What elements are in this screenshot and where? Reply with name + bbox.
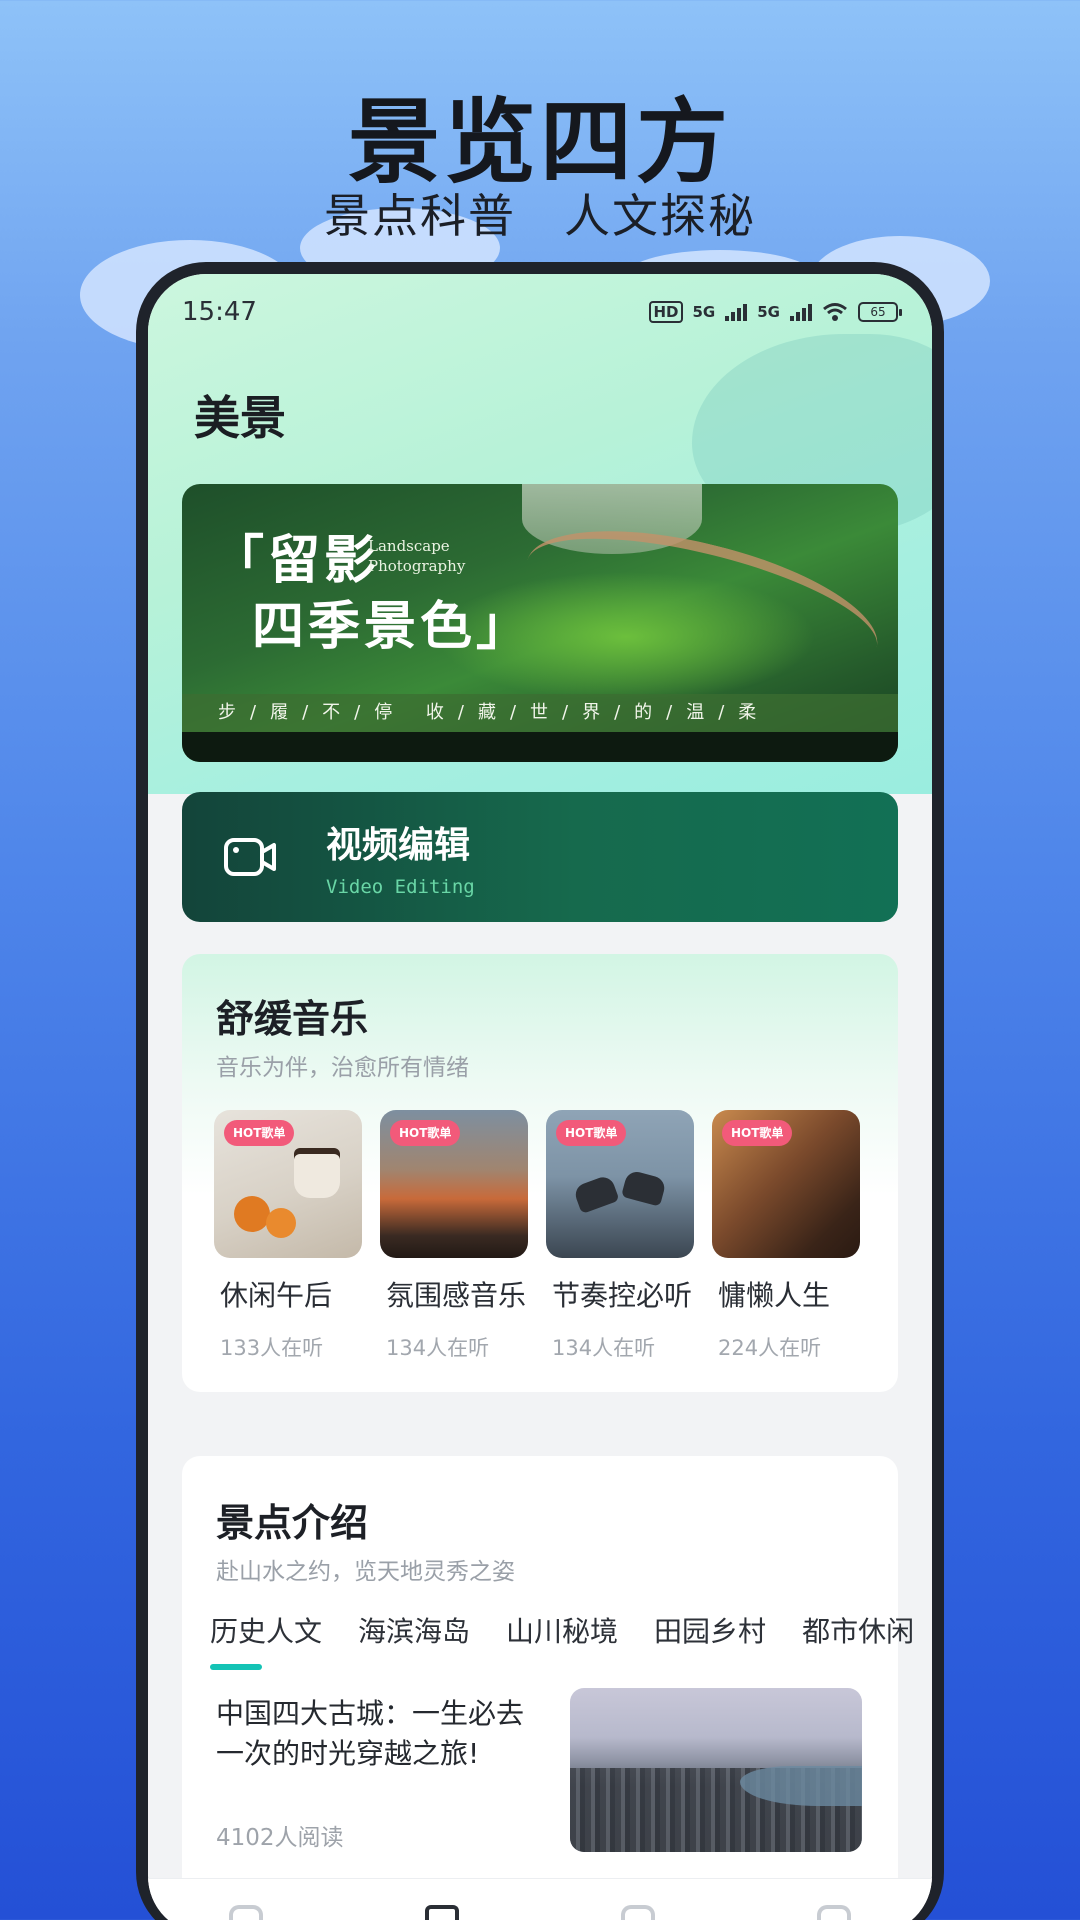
banner-title-line1: 「留影 <box>212 531 381 591</box>
playlist-listeners: 133人在听 <box>220 1336 324 1360</box>
music-section-title: 舒缓音乐 <box>216 997 369 1041</box>
playlist-card[interactable]: HOT歌单 节奏控必听 134人在听 <box>546 1110 694 1362</box>
orange-shape <box>234 1196 270 1232</box>
network-label: 5G <box>757 303 780 321</box>
video-editing-card[interactable]: 视频编辑 Video Editing <box>182 792 898 922</box>
status-bar: 15:47 HD 5G 5G 65 <box>148 292 932 332</box>
spots-section: 景点介绍 赴山水之约，览天地灵秀之姿 历史人文 海滨海岛 山川秘境 田园乡村 都… <box>182 1456 914 1920</box>
video-card-title: 视频编辑 <box>326 825 471 866</box>
banner-english-caption: Landscape Photography <box>368 537 466 575</box>
article-read-count: 4102人阅读 <box>216 1825 344 1851</box>
status-icons: HD 5G 5G 65 <box>649 301 902 323</box>
home-tab-icon[interactable] <box>229 1905 263 1920</box>
profile-tab-icon[interactable] <box>817 1905 851 1920</box>
playlist-cover: HOT歌单 <box>214 1110 362 1258</box>
spots-section-title: 景点介绍 <box>216 1501 369 1545</box>
tab-mountains[interactable]: 山川秘境 <box>506 1610 618 1650</box>
spots-section-subtitle: 赴山水之约，览天地灵秀之姿 <box>216 1559 515 1585</box>
tab-history-culture[interactable]: 历史人文 <box>210 1610 322 1670</box>
phone-frame: 15:47 HD 5G 5G 65 美景 「留影 Landscape Photo… <box>136 262 944 1920</box>
playlist-cover: HOT歌单 <box>712 1110 860 1258</box>
playlist-name: 节奏控必听 <box>552 1279 693 1312</box>
playlist-name: 休闲午后 <box>220 1279 333 1312</box>
playlist-name: 慵懒人生 <box>718 1279 831 1312</box>
landscape-banner[interactable]: 「留影 Landscape Photography 四季景色」 步/履/不/停 … <box>182 484 898 762</box>
battery-icon: 65 <box>858 302 902 322</box>
playlist-listeners: 134人在听 <box>386 1336 490 1360</box>
playlist-cover: HOT歌单 <box>380 1110 528 1258</box>
banner-title-line2: 四季景色」 <box>252 597 533 657</box>
playlist-card[interactable]: HOT歌单 氛围感音乐 134人在听 <box>380 1110 528 1362</box>
sneaker-shape <box>572 1174 620 1214</box>
video-camera-icon <box>224 838 276 876</box>
favorites-tab-icon[interactable] <box>621 1905 655 1920</box>
signal-icon <box>725 303 748 321</box>
playlist-cover: HOT歌单 <box>546 1110 694 1258</box>
video-card-text: 视频编辑 Video Editing <box>326 816 475 898</box>
page-title: 美景 <box>194 391 286 445</box>
playlist-name: 氛围感音乐 <box>386 1279 527 1312</box>
hot-badge: HOT歌单 <box>390 1120 461 1146</box>
hot-badge: HOT歌单 <box>722 1120 793 1146</box>
hd-icon: HD <box>649 301 683 323</box>
wifi-icon <box>823 303 847 321</box>
hot-badge: HOT歌单 <box>224 1120 295 1146</box>
bottom-navigation <box>148 1878 932 1920</box>
sneaker-shape <box>621 1169 667 1207</box>
video-card-subtitle: Video Editing <box>326 876 475 898</box>
playlist-listeners: 134人在听 <box>552 1336 656 1360</box>
app-screen: 15:47 HD 5G 5G 65 美景 「留影 Landscape Photo… <box>148 274 932 1920</box>
banner-tagline: 步/履/不/停 收/藏/世/界/的/温/柔 <box>182 694 898 732</box>
tab-city-leisure[interactable]: 都市休闲 <box>802 1610 914 1650</box>
scenery-tab-icon[interactable] <box>425 1905 459 1920</box>
playlist-listeners: 224人在听 <box>718 1336 822 1360</box>
signal-icon <box>790 303 812 321</box>
banner-bottom-band <box>182 732 898 762</box>
article-title[interactable]: 中国四大古城：一生必去一次的时光穿越之旅! <box>216 1694 546 1774</box>
orange-shape <box>266 1208 296 1238</box>
category-tabs: 历史人文 海滨海岛 山川秘境 田园乡村 都市休闲 <box>210 1610 914 1670</box>
network-label: 5G <box>692 303 716 321</box>
playlist-card[interactable]: HOT歌单 慵懒人生 224人在听 <box>712 1110 860 1362</box>
hot-badge: HOT歌单 <box>556 1120 627 1146</box>
tab-coast-islands[interactable]: 海滨海岛 <box>358 1610 470 1650</box>
music-section: 舒缓音乐 音乐为伴，治愈所有情绪 HOT歌单 休闲午后 133人在听 HOT歌单 <box>182 954 898 1392</box>
coffee-cup-shape <box>294 1148 340 1198</box>
music-section-subtitle: 音乐为伴，治愈所有情绪 <box>216 1055 469 1081</box>
promo-subtitle: 景点科普 人文探秘 <box>324 189 756 243</box>
playlist-card[interactable]: HOT歌单 休闲午后 133人在听 <box>214 1110 362 1362</box>
playlist-row: HOT歌单 休闲午后 133人在听 HOT歌单 氛围感音乐 134人在听 HOT… <box>214 1110 874 1362</box>
tab-countryside[interactable]: 田园乡村 <box>654 1610 766 1650</box>
article-thumbnail[interactable] <box>570 1688 862 1852</box>
status-time: 15:47 <box>182 297 257 327</box>
